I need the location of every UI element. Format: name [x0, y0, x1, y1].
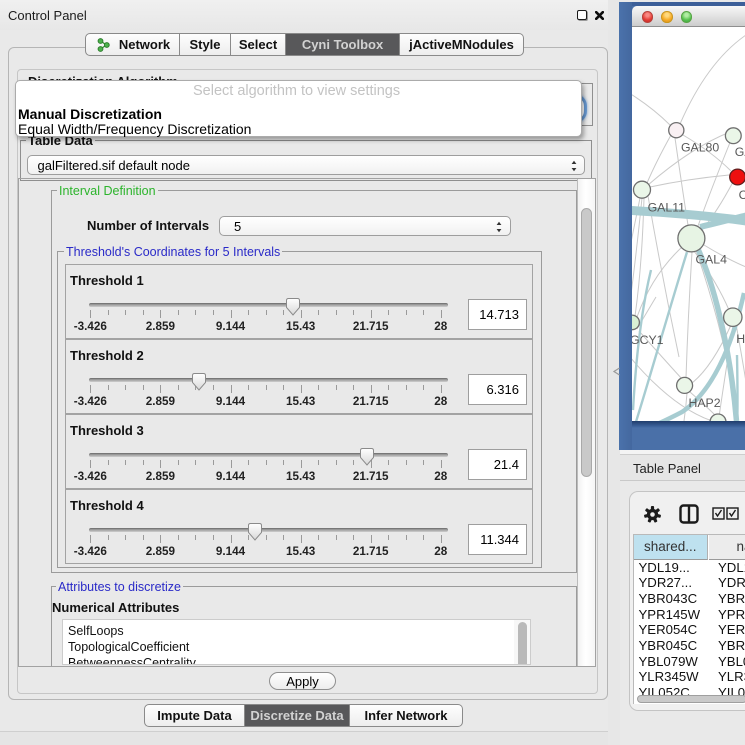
svg-text:GAL80: GAL80	[680, 141, 718, 155]
svg-text:HI: HI	[736, 332, 745, 346]
svg-text:GA: GA	[734, 145, 745, 159]
svg-text:GCY1: GCY1	[632, 333, 664, 347]
svg-text:GAL4: GAL4	[695, 253, 727, 267]
svg-text:GAL11: GAL11	[647, 201, 685, 215]
svg-text:CY: CY	[738, 188, 745, 202]
svg-text:HAP2: HAP2	[688, 396, 720, 410]
